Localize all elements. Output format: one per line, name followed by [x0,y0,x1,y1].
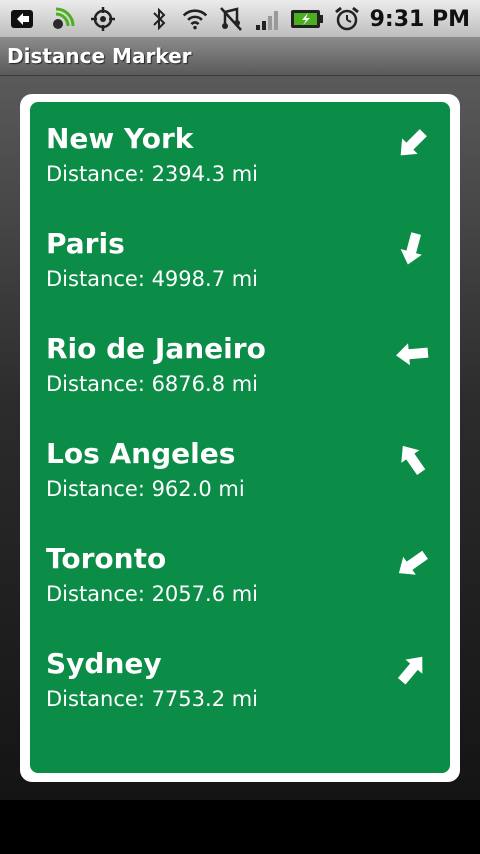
alarm-icon [334,6,360,32]
city-name: New York [46,122,194,155]
city-name: Paris [46,227,125,260]
vibrate-off-icon [218,6,244,32]
signal-app-icon [50,6,76,32]
destination-row-paris[interactable]: Paris Distance: 4998.7 mi [30,207,450,312]
wifi-icon [182,6,208,32]
direction-arrow-icon [398,550,428,575]
direction-arrow-icon [400,232,422,265]
distance-label: Distance: 2057.6 mi [46,582,259,606]
direction-arrow-icon [397,656,423,685]
cell-signal-icon [254,6,280,32]
destination-row-sydney[interactable]: Sydney Distance: 7753.2 mi [30,627,450,732]
destination-row-rio-de-janeiro[interactable]: Rio de Janeiro Distance: 6876.8 mi [30,312,450,417]
direction-arrow-icon [400,129,427,156]
distance-label: Distance: 962.0 mi [46,477,245,501]
status-time: 9:31 PM [369,6,470,32]
distance-label: Distance: 4998.7 mi [46,267,259,291]
main-content: New York Distance: 2394.3 mi Paris Dista… [0,76,480,800]
destinations-card: New York Distance: 2394.3 mi Paris Dista… [20,94,460,782]
app-title: Distance Marker [7,44,192,68]
gps-icon [90,6,116,32]
city-name: Rio de Janeiro [46,332,266,365]
bottom-bar [0,800,480,854]
distance-label: Distance: 7753.2 mi [46,687,259,711]
status-bar: 9:31 PM [0,0,480,38]
distance-label: Distance: 2394.3 mi [46,162,259,186]
battery-charging-icon [290,6,324,32]
destination-row-toronto[interactable]: Toronto Distance: 2057.6 mi [30,522,450,627]
direction-arrow-icon [401,445,426,475]
direction-arrow-icon [396,343,429,366]
destination-row-new-york[interactable]: New York Distance: 2394.3 mi [30,102,450,207]
destinations-panel: New York Distance: 2394.3 mi Paris Dista… [30,102,450,773]
distance-label: Distance: 6876.8 mi [46,372,259,396]
destination-row-los-angeles[interactable]: Los Angeles Distance: 962.0 mi [30,417,450,522]
usb-debug-icon [10,6,36,32]
title-bar: Distance Marker [0,38,480,76]
bluetooth-icon [146,6,172,32]
city-name: Toronto [46,542,167,575]
city-name: Sydney [46,647,162,680]
city-name: Los Angeles [46,437,236,470]
